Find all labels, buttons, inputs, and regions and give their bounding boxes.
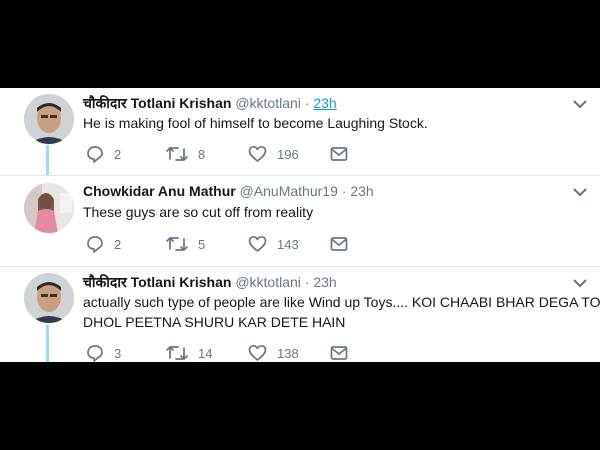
direct-message-button[interactable] (330, 343, 348, 362)
retweet-icon (166, 346, 188, 360)
retweet-button[interactable]: 5 (166, 234, 205, 254)
chevron-down-icon[interactable] (572, 277, 588, 289)
retweet-button[interactable]: 14 (166, 343, 212, 362)
user-handle[interactable]: @kktotlani (235, 274, 301, 290)
tweet-thread-panel: चौकीदार Totlani Krishan @kktotlani · 23h… (0, 88, 600, 362)
reply-icon (87, 345, 103, 362)
user-handle[interactable]: @AnuMathur19 (240, 183, 338, 199)
tweet-header: Chowkidar Anu Mathur @AnuMathur19 · 23h (83, 183, 374, 199)
tweet-text-line: DHOL PEETNA SHURU KAR DETE HAIN (83, 314, 346, 330)
tweet-text: He is making fool of himself to become L… (83, 113, 428, 133)
user-handle[interactable]: @kktotlani (235, 95, 301, 111)
envelope-icon (330, 147, 348, 161)
avatar[interactable] (24, 94, 74, 144)
direct-message-button[interactable] (330, 234, 348, 254)
like-count: 138 (277, 345, 299, 361)
like-button[interactable]: 196 (248, 144, 299, 164)
display-name[interactable]: चौकीदार Totlani Krishan (83, 95, 231, 111)
separator-dot: · (341, 183, 347, 199)
retweet-count: 14 (198, 345, 213, 361)
retweet-icon (166, 147, 188, 161)
thread-line (46, 145, 49, 176)
reply-icon (87, 236, 103, 253)
retweet-icon (166, 237, 188, 251)
separator-dot: · (304, 274, 310, 290)
tweet-header: चौकीदार Totlani Krishan @kktotlani · 23h (83, 273, 337, 292)
reply-count: 2 (114, 146, 122, 162)
avatar[interactable] (24, 273, 74, 323)
like-button[interactable]: 138 (248, 343, 299, 362)
timestamp-link[interactable]: 23h (350, 183, 373, 199)
timestamp-link[interactable]: 23h (313, 274, 336, 290)
heart-icon (248, 344, 267, 361)
like-count: 143 (277, 236, 299, 252)
retweet-count: 8 (198, 146, 206, 162)
envelope-icon (330, 237, 348, 251)
chevron-down-icon[interactable] (572, 98, 588, 110)
reply-count: 2 (114, 236, 122, 252)
reply-button[interactable]: 3 (86, 343, 121, 362)
retweet-button[interactable]: 8 (166, 144, 205, 164)
direct-message-button[interactable] (330, 144, 348, 164)
separator-dot: · (304, 95, 310, 111)
envelope-icon (330, 346, 348, 360)
avatar[interactable] (24, 183, 74, 233)
heart-icon (248, 145, 267, 162)
reply-count: 3 (114, 345, 122, 361)
reply-button[interactable]: 2 (86, 144, 121, 164)
tweet-text: actually such type of people are like Wi… (83, 292, 600, 332)
like-button[interactable]: 143 (248, 234, 299, 254)
display-name[interactable]: चौकीदार Totlani Krishan (83, 274, 231, 290)
thread-line (46, 325, 49, 362)
like-count: 196 (277, 146, 299, 162)
tweet-text: These guys are so cut off from reality (83, 202, 313, 222)
tweet-text-line: These guys are so cut off from reality (83, 204, 314, 220)
tweet-text-line: He is making fool of himself to become L… (83, 115, 428, 131)
timestamp-link[interactable]: 23h (313, 95, 336, 111)
reply-icon (87, 146, 103, 163)
chevron-down-icon[interactable] (572, 186, 588, 198)
retweet-count: 5 (198, 236, 206, 252)
tweet-text-line: actually such type of people are like Wi… (83, 294, 600, 310)
reply-button[interactable]: 2 (86, 234, 121, 254)
tweet[interactable]: चौकीदार Totlani Krishan @kktotlani · 23h… (0, 88, 600, 176)
tweet-header: चौकीदार Totlani Krishan @kktotlani · 23h (83, 94, 337, 113)
heart-icon (248, 235, 267, 252)
tweet[interactable]: Chowkidar Anu Mathur @AnuMathur19 · 23h … (0, 176, 600, 267)
display-name[interactable]: Chowkidar Anu Mathur (83, 183, 236, 199)
